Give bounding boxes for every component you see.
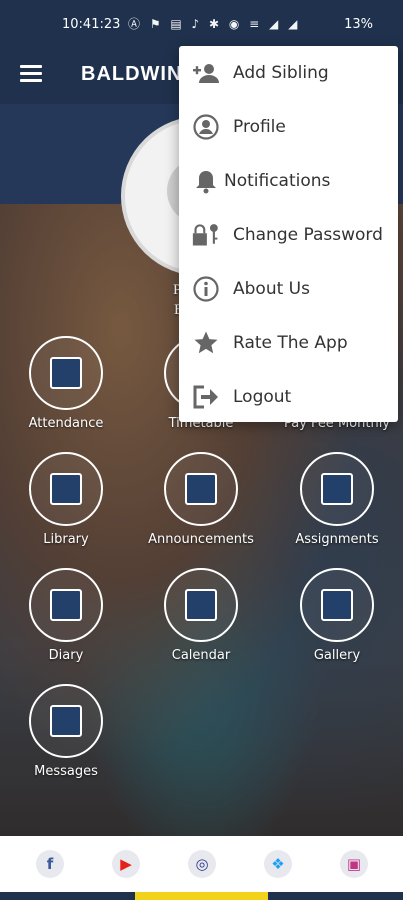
logout-icon <box>192 384 220 410</box>
tile-label: Assignments <box>295 532 379 547</box>
menu-item-label: Change Password <box>233 225 383 245</box>
menu-item-label: Add Sibling <box>233 63 329 83</box>
social-bar: f ▶ ◎ ❖ ▣ <box>0 836 403 892</box>
menu-item-profile[interactable]: Profile <box>179 100 398 154</box>
tile-label: Announcements <box>148 532 254 547</box>
calendar-icon <box>185 589 217 621</box>
add-person-icon <box>192 60 220 86</box>
menu-item-add-sibling[interactable]: Add Sibling <box>179 46 398 100</box>
tile-gallery[interactable]: Gallery <box>277 568 397 663</box>
tile-circle <box>300 568 374 642</box>
menu-item-label: About Us <box>233 279 310 299</box>
menu-item-label: Logout <box>233 387 292 407</box>
tile-circle <box>29 452 103 526</box>
mail-icon <box>50 705 82 737</box>
menu-item-rate-app[interactable]: Rate The App <box>179 316 398 370</box>
info-icon <box>192 276 220 302</box>
tile-label: Diary <box>48 648 84 663</box>
tile-label: Messages <box>34 764 98 779</box>
website-icon[interactable]: ◎ <box>188 850 216 878</box>
tile-circle <box>29 336 103 410</box>
tile-library[interactable]: Library <box>6 452 126 547</box>
gallery-icon <box>321 589 353 621</box>
tile-calendar[interactable]: Calendar <box>141 568 261 663</box>
tile-assignments[interactable]: Assignments <box>277 452 397 547</box>
battery-level: 13% <box>344 17 373 32</box>
status-icons: Ⓐ ⚑ ▤ ♪ ✱ ◉ ≡ ◢ ◢ <box>128 17 301 31</box>
tile-label: Gallery <box>313 648 361 663</box>
tile-circle <box>164 452 238 526</box>
menu-item-change-password[interactable]: Change Password <box>179 208 398 262</box>
tile-announcements[interactable]: Announcements <box>141 452 261 547</box>
lock-key-icon <box>192 222 220 248</box>
tile-circle <box>300 452 374 526</box>
menu-item-label: Profile <box>233 117 286 137</box>
menu-item-notifications[interactable]: Notifications <box>179 154 398 208</box>
assignment-icon <box>321 473 353 505</box>
status-time: 10:41:23 <box>62 17 121 32</box>
tile-label: Library <box>43 532 89 547</box>
tile-label: Calendar <box>171 648 231 663</box>
tile-diary[interactable]: Diary <box>6 568 126 663</box>
megaphone-icon <box>185 473 217 505</box>
strip-highlight <box>135 892 268 900</box>
status-bar: 10:41:23 Ⓐ ⚑ ▤ ♪ ✱ ◉ ≡ ◢ ◢ 13% <box>0 0 403 48</box>
bell-icon <box>192 168 220 194</box>
menu-item-label: Rate The App <box>233 333 348 353</box>
app-title: BALDWIN <box>81 63 183 85</box>
star-icon <box>192 330 220 356</box>
menu-item-logout[interactable]: Logout <box>179 370 398 424</box>
tile-attendance[interactable]: Attendance <box>6 336 126 431</box>
youtube-icon[interactable]: ▶ <box>112 850 140 878</box>
hamburger-menu-icon[interactable] <box>20 65 42 83</box>
attendance-icon <box>50 357 82 389</box>
tile-circle <box>29 568 103 642</box>
bottom-strip <box>0 892 403 900</box>
twitter-icon[interactable]: ❖ <box>264 850 292 878</box>
diary-icon <box>50 589 82 621</box>
menu-item-label: Notifications <box>224 171 331 191</box>
menu-item-about-us[interactable]: About Us <box>179 262 398 316</box>
tile-messages[interactable]: Messages <box>6 684 126 779</box>
tile-circle <box>29 684 103 758</box>
facebook-icon[interactable]: f <box>36 850 64 878</box>
tile-label: Attendance <box>28 416 104 431</box>
profile-icon <box>192 114 220 140</box>
instagram-icon[interactable]: ▣ <box>340 850 368 878</box>
overflow-menu: Add Sibling Profile Notifications Change… <box>179 46 398 422</box>
library-icon <box>50 473 82 505</box>
tile-circle <box>164 568 238 642</box>
